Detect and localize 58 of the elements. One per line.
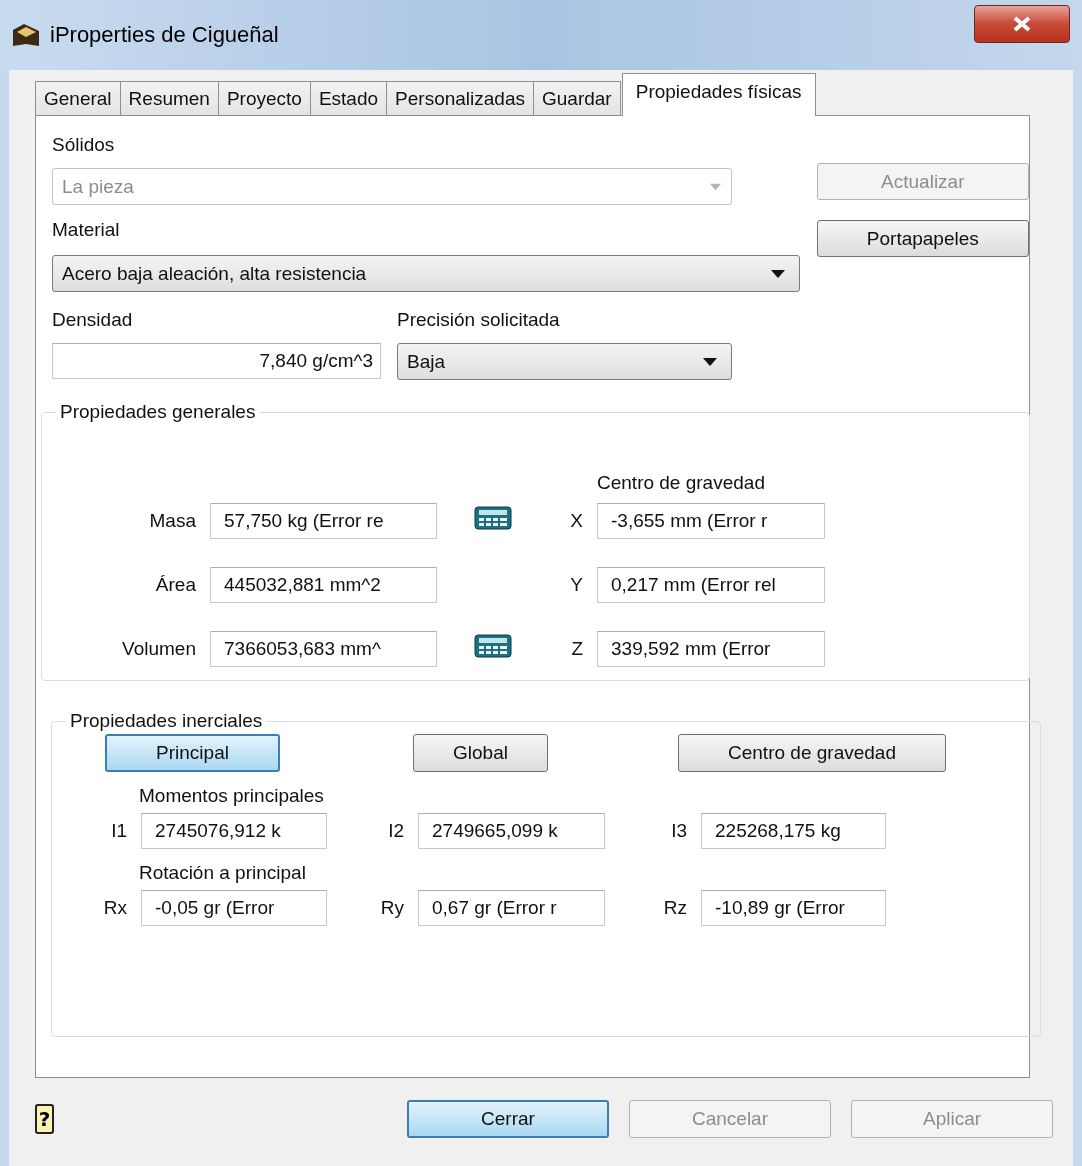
- field-label: Masa: [148, 509, 197, 533]
- dropdown-arrow-icon: [703, 357, 717, 366]
- tab[interactable]: Personalizadas: [386, 81, 534, 115]
- value-field[interactable]: 2749665,099 k: [418, 813, 605, 849]
- field-label: Volumen: [121, 637, 197, 661]
- axis-label: Ry: [379, 896, 405, 920]
- dropdown-arrow-icon: [771, 269, 785, 278]
- axis-label: Z: [570, 637, 584, 661]
- calculator-icon[interactable]: [474, 634, 512, 658]
- section-label: Rotación a principal: [139, 862, 306, 883]
- dialog-button[interactable]: Cerrar: [407, 1100, 609, 1138]
- axis-label: X: [569, 509, 584, 533]
- close-icon: [1013, 16, 1031, 32]
- group-title: Propiedades generales: [59, 401, 257, 423]
- tab[interactable]: General: [35, 81, 121, 115]
- copy-button[interactable]: Portapapeles: [816, 220, 1029, 257]
- tab[interactable]: Resumen: [119, 81, 219, 115]
- axis-label: Rz: [662, 896, 688, 920]
- value-field[interactable]: 339,592 mm (Error: [597, 631, 825, 667]
- value-field[interactable]: 225268,175 kg: [701, 813, 886, 849]
- dropdown-arrow-icon: [710, 182, 721, 191]
- view-toggle-button[interactable]: Global: [413, 734, 548, 772]
- value-field[interactable]: 7366053,683 mm^: [210, 631, 437, 667]
- field-label: Material: [52, 218, 121, 242]
- field-label: Densidad: [52, 308, 134, 332]
- axis-label: I3: [670, 819, 688, 843]
- value-field[interactable]: -3,655 mm (Error r: [597, 503, 825, 539]
- section-label: Momentos principales: [139, 785, 324, 806]
- material-dropdown[interactable]: Acero baja aleación, alta resistencia: [52, 255, 800, 292]
- value-field[interactable]: 0,217 mm (Error rel: [597, 567, 825, 603]
- axis-label: I1: [110, 819, 128, 843]
- view-toggle-button[interactable]: Centro de gravedad: [678, 734, 946, 772]
- field-label: Área: [154, 573, 197, 597]
- field-label: Precisión solicitada: [397, 308, 561, 332]
- field-label: Sólidos: [52, 133, 116, 157]
- help-button[interactable]: ?: [35, 1104, 54, 1134]
- axis-label: I2: [387, 819, 405, 843]
- section-label: Centro de gravedad: [597, 471, 766, 495]
- axis-label: Y: [569, 573, 584, 597]
- close-button[interactable]: [974, 5, 1070, 43]
- precision-dropdown[interactable]: Baja: [397, 343, 732, 380]
- value-field[interactable]: 0,67 gr (Error r: [418, 890, 605, 926]
- tab[interactable]: Guardar: [533, 81, 621, 115]
- value-field[interactable]: 445032,881 mm^2: [210, 567, 437, 603]
- group-title: Propiedades inerciales: [69, 710, 264, 732]
- app-icon: [12, 22, 40, 48]
- tab[interactable]: Propiedades físicas: [621, 73, 816, 116]
- calculator-icon[interactable]: [474, 506, 512, 530]
- value-field[interactable]: -10,89 gr (Error: [701, 890, 886, 926]
- tab[interactable]: Estado: [309, 81, 388, 115]
- value-field[interactable]: 2745076,912 k: [141, 813, 327, 849]
- window-title: iProperties de Cigueñal: [50, 22, 280, 48]
- view-toggle-button[interactable]: Principal: [105, 734, 280, 772]
- tab[interactable]: Proyecto: [217, 81, 311, 115]
- value-field[interactable]: -0,05 gr (Error: [141, 890, 327, 926]
- axis-label: Rx: [102, 896, 128, 920]
- value-field[interactable]: 57,750 kg (Error re: [210, 503, 437, 539]
- density-field[interactable]: 7,840 g/cm^3: [52, 343, 381, 379]
